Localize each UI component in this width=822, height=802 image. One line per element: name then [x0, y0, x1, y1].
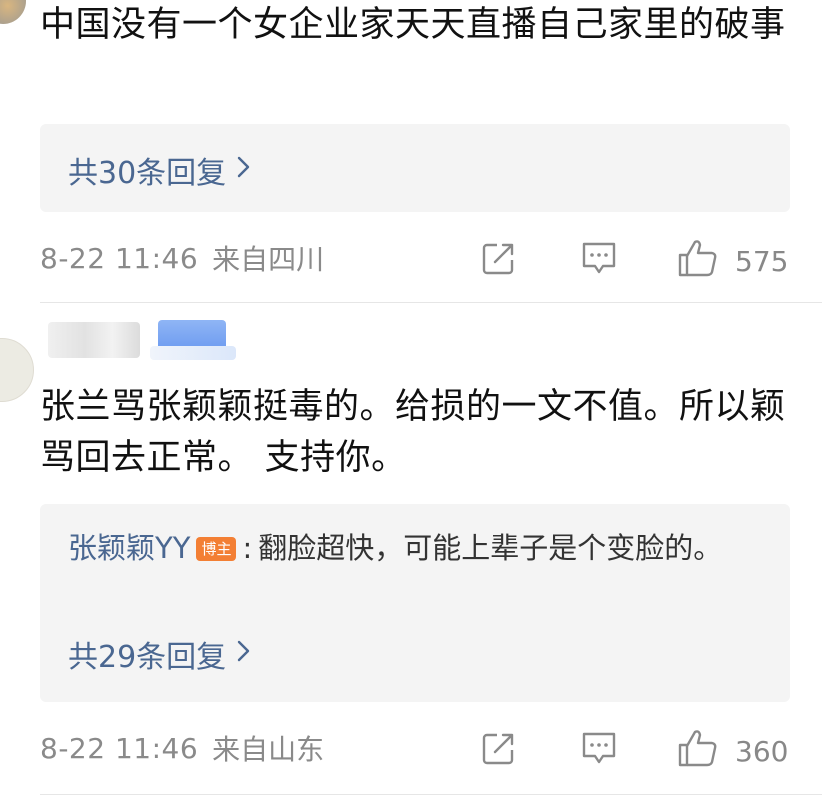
reply-box[interactable]: 张颖颖YY 博主: 翻脸超快，可能上辈子是个变脸的。 共29条回复 — [40, 504, 790, 702]
comment-text: 张兰骂张颖颖挺毒的。给损的一文不值。所以颖骂回去正常。 支持你。 — [40, 387, 786, 478]
location: 来自四川 — [212, 243, 325, 276]
chevron-right-icon — [236, 154, 252, 187]
like-button[interactable]: 360 — [677, 728, 788, 775]
timestamp: 8-22 11:46 — [40, 731, 199, 765]
like-button[interactable]: 575 — [677, 238, 788, 285]
reply-count-link[interactable]: 共29条回复 — [68, 632, 252, 676]
thumbs-up-icon — [677, 238, 719, 285]
badge-blur — [150, 346, 236, 360]
divider — [40, 794, 822, 795]
sub-reply-separator: : — [242, 531, 253, 565]
avatar[interactable] — [0, 338, 34, 402]
reply-count-label: 共30条回复 — [68, 156, 227, 191]
divider — [40, 302, 822, 303]
comment-text: 中国没有一个女企业家天天直播自己家里的破事 — [40, 5, 786, 45]
reply-count-label: 共29条回复 — [68, 640, 227, 675]
blogger-badge: 博主 — [196, 537, 237, 561]
comment-icon[interactable] — [580, 730, 618, 766]
sub-reply-text: 翻脸超快，可能上辈子是个变脸的。 — [258, 531, 723, 565]
reply-count-link[interactable]: 共30条回复 — [68, 148, 252, 192]
like-count: 575 — [735, 245, 789, 278]
share-icon[interactable] — [481, 730, 517, 766]
sub-reply-author[interactable]: 张颖颖YY — [68, 531, 190, 565]
timestamp: 8-22 11:46 — [40, 241, 199, 275]
username-blur — [48, 322, 140, 358]
like-count: 360 — [735, 735, 789, 768]
reply-box[interactable]: 共30条回复 — [40, 124, 790, 212]
thumbs-up-icon — [677, 728, 719, 775]
share-icon[interactable] — [481, 240, 517, 276]
avatar[interactable] — [0, 0, 26, 24]
sub-reply: 张颖颖YY 博主: 翻脸超快，可能上辈子是个变脸的。 — [68, 522, 758, 574]
location: 来自山东 — [212, 733, 325, 766]
comment-icon[interactable] — [580, 240, 618, 276]
chevron-right-icon — [236, 638, 252, 671]
